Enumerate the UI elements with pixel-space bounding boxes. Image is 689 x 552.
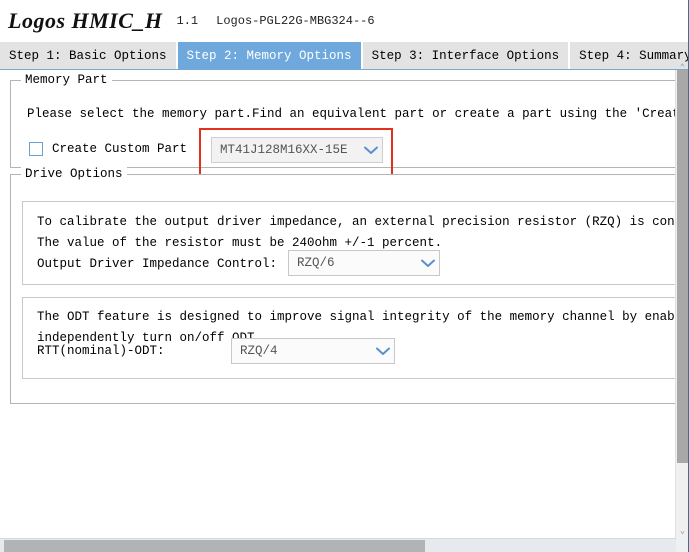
memory-part-select-value: MT41J128M16XX-15E [220, 143, 348, 157]
horizontal-scrollbar-thumb[interactable] [4, 540, 425, 552]
chevron-down-icon[interactable] [360, 146, 382, 155]
impedance-description-line-2: The value of the resistor must be 240ohm… [37, 236, 443, 250]
rtt-nominal-odt-label: RTT(nominal)-ODT: [37, 344, 165, 358]
tab-step-4-summary[interactable]: Step 4: Summary [570, 42, 689, 70]
odt-description-line-1: The ODT feature is designed to improve s… [37, 310, 676, 324]
drive-options-group-title: Drive Options [21, 167, 127, 181]
rtt-nominal-odt-select[interactable]: RZQ/4 [231, 338, 395, 364]
tab-step-3-interface-options[interactable]: Step 3: Interface Options [362, 42, 569, 70]
output-driver-impedance-value: RZQ/6 [297, 256, 335, 270]
vertical-scrollbar[interactable]: ⌃ ⌄ [675, 64, 689, 538]
chevron-down-icon[interactable] [372, 347, 394, 356]
memory-part-group: Memory Part Please select the memory par… [10, 73, 676, 181]
odt-description-line-2: independently turn on/off ODT. [37, 331, 263, 345]
memory-part-group-title: Memory Part [21, 73, 112, 87]
vertical-scrollbar-thumb[interactable] [677, 70, 688, 463]
horizontal-scrollbar[interactable]: › [0, 538, 689, 552]
title-bar: Logos HMIC_H 1.1 Logos-PGL22G-MBG324--6 [0, 0, 689, 42]
output-driver-impedance-select[interactable]: RZQ/6 [288, 250, 440, 276]
memory-part-description: Please select the memory part.Find an eq… [27, 107, 676, 121]
chevron-down-icon[interactable] [417, 259, 439, 268]
output-driver-impedance-panel: To calibrate the output driver impedance… [22, 201, 676, 285]
device-part-number: Logos-PGL22G-MBG324--6 [216, 14, 375, 28]
drive-options-group: Drive Options To calibrate the output dr… [10, 167, 676, 404]
impedance-control-label: Output Driver Impedance Control: [37, 257, 278, 271]
rtt-nominal-odt-value: RZQ/4 [240, 344, 278, 358]
create-custom-part-checkbox[interactable] [29, 142, 43, 156]
memory-part-select[interactable]: MT41J128M16XX-15E [211, 137, 383, 163]
app-version: 1.1 [176, 14, 199, 28]
odt-panel: The ODT feature is designed to improve s… [22, 297, 676, 379]
memory-options-pane: Memory Part Please select the memory par… [0, 70, 676, 538]
wizard-tab-strip[interactable]: Step 1: Basic Options Step 2: Memory Opt… [0, 42, 689, 70]
app-title: Logos HMIC_H [8, 8, 163, 33]
tab-step-2-memory-options[interactable]: Step 2: Memory Options [177, 42, 361, 70]
impedance-description-line-1: To calibrate the output driver impedance… [37, 215, 676, 229]
tab-step-1-basic-options[interactable]: Step 1: Basic Options [0, 42, 176, 70]
create-custom-part-checkbox-row[interactable]: Create Custom Part [29, 142, 187, 156]
create-custom-part-label: Create Custom Part [52, 142, 188, 156]
